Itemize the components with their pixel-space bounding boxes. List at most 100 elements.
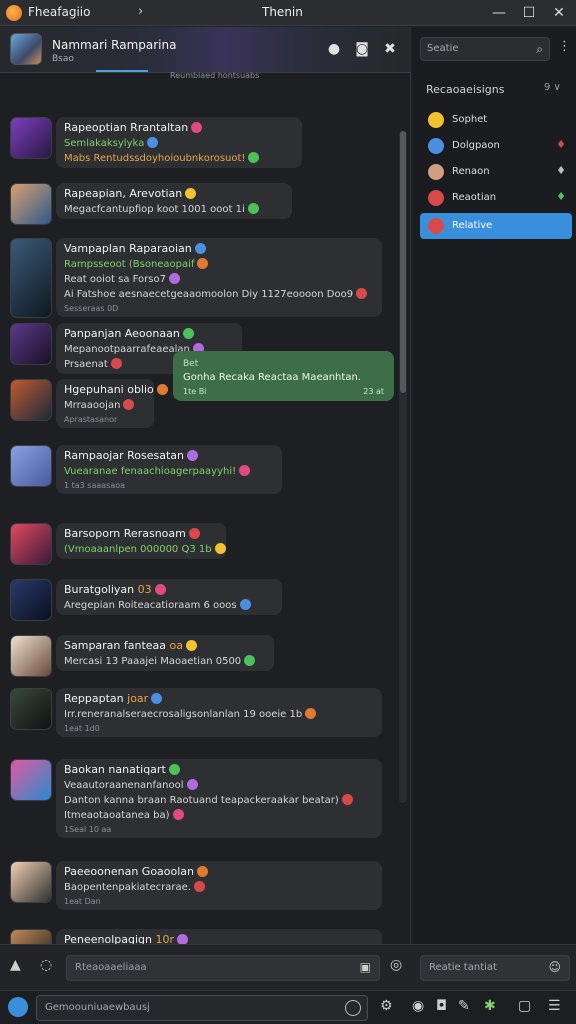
record-icon[interactable]: ◉ (412, 998, 424, 1014)
maximize-button[interactable]: ☐ (518, 2, 540, 24)
message-time: 1 ta3 saaasaoa (64, 481, 126, 490)
pen-icon[interactable]: ✎ (458, 998, 470, 1014)
message-bubble[interactable]: Samparan fanteaa oa Mercasi 13 Paaajei Ma… (56, 635, 274, 671)
reaction-icon[interactable] (341, 794, 353, 805)
sender-name-text: Rampaojar Rosesatan (64, 449, 185, 462)
search-input[interactable]: Seatie ⌕ (420, 37, 550, 61)
avatar[interactable] (10, 635, 52, 677)
chat-bubble-icon[interactable]: ● (324, 39, 344, 59)
minimize-button[interactable]: — (488, 2, 510, 24)
message-bubble[interactable]: Rapeoptian Rrantaltan Semlakaksylyka Mabs … (56, 117, 302, 168)
avatar[interactable] (10, 33, 42, 65)
reaction-icon[interactable] (110, 358, 122, 369)
title-bar: Fheafagiio › Thenin — ☐ ✕ (0, 0, 576, 26)
message-input[interactable]: Rteaoaaeliaaa ▣ (66, 955, 380, 981)
settings-icon[interactable]: ⚙ (380, 998, 393, 1014)
reaction-icon[interactable] (248, 152, 260, 163)
avatar[interactable] (10, 117, 52, 159)
sidebar-item-dolgpaon[interactable]: Dolgpaon ♦ (420, 133, 572, 159)
reaction-icon[interactable] (172, 809, 184, 820)
reaction-icon[interactable] (123, 399, 135, 410)
avatar[interactable] (10, 523, 52, 565)
close-cross-icon[interactable]: ✖ (380, 39, 400, 59)
message-bubble[interactable]: Buratgoliyan 03 Aregepian Roiteacatioraam… (56, 579, 282, 615)
message-text: Irr.reneranalseraecrosaligsonlanlan 19 o… (64, 708, 374, 720)
compose-bar: ▲ ◌ Rteaoaaeliaaa ▣ ◎ Reatie tantiat ☺ (0, 944, 576, 990)
scrollbar-thumb[interactable] (400, 131, 406, 393)
reaction-icon[interactable] (356, 288, 368, 299)
sender-name-text: Baokan nanatiqart (64, 763, 166, 776)
reaction-icon[interactable] (214, 543, 226, 554)
sender-name: Paeeoonenan Goaoolan (64, 865, 374, 878)
sidebar-item-relative[interactable]: Relative (420, 213, 572, 239)
reaction-icon[interactable] (168, 273, 180, 284)
app-name: Fheafagiio (28, 5, 91, 19)
message-text: Danton kanna braan Raotuand teapackeraak… (64, 794, 374, 806)
sidebar-item-sophet[interactable]: Sophet (420, 107, 572, 133)
message-meta: 1te Bi 23 at (183, 387, 384, 396)
reaction-icon[interactable] (239, 465, 251, 476)
message-bubble[interactable]: Rampaojar Rosesatan Vuearanae fenaachioag… (56, 445, 282, 494)
avatar[interactable] (10, 759, 52, 801)
sender-name: Rampaojar Rosesatan (64, 449, 274, 462)
plant-icon[interactable]: ✱ (484, 998, 496, 1014)
avatar[interactable] (10, 323, 52, 365)
sender-name: Hgepuhani oblio (64, 383, 168, 396)
reaction-icon[interactable] (247, 203, 259, 214)
message-text: Mabs Rentudssdoyhoioubnkorosuot! (64, 152, 294, 164)
avatar[interactable] (10, 861, 52, 903)
message-bubble[interactable]: Paeeoonenan Goaoolan Baopentenpakiatecrar… (56, 861, 382, 910)
more-options-icon[interactable]: ⋮ (558, 39, 571, 54)
search-icon[interactable]: ⌕ (536, 42, 543, 57)
message-list[interactable]: Rapeoptian Rrantaltan Semlakaksylyka Mabs … (0, 83, 400, 980)
chat-icon[interactable]: ◌ (40, 957, 52, 973)
avatar[interactable] (10, 688, 52, 730)
message-bubble[interactable]: Hgepuhani oblio Mrraaoojan Aprastasanor (56, 379, 168, 428)
side-search-input[interactable]: Reatie tantiat ☺ (420, 955, 570, 981)
chevron-right-icon[interactable]: › (138, 4, 143, 19)
avatar[interactable] (10, 379, 52, 421)
reaction-icon[interactable] (147, 137, 159, 148)
globe-icon[interactable] (8, 997, 28, 1017)
smiley-icon[interactable]: ☺ (548, 960, 561, 974)
message-text: Mercasi 13 Paaajei Maoaetian 0500 (64, 655, 266, 667)
close-button[interactable]: ✕ (548, 2, 570, 24)
chat-icon[interactable]: ◘ (436, 998, 447, 1014)
reaction-icon[interactable] (186, 779, 198, 790)
sidebar-item-reaotian[interactable]: Reaotian ♦ (420, 185, 572, 211)
window-icon[interactable]: ▢ (518, 998, 531, 1014)
camera-icon[interactable]: ◙ (352, 39, 372, 59)
avatar[interactable] (10, 183, 52, 225)
emoji-icon (168, 764, 180, 775)
avatar[interactable] (10, 579, 52, 621)
reaction-icon[interactable] (239, 599, 251, 610)
secondary-message-placeholder: Gemoouniuaewbausj (45, 1002, 150, 1013)
sender-name: Vampaplan Raparaoian (64, 242, 374, 255)
sender-name-text: Samparan fanteaa (64, 639, 167, 652)
emoji-icon[interactable]: ◎ (390, 957, 402, 973)
send-icon[interactable] (345, 1000, 361, 1016)
badge-icon[interactable]: ♦ (556, 190, 566, 203)
message-bubble[interactable]: Baokan nanatiqart Veaautoraanenanfanool Da… (56, 759, 382, 838)
outgoing-message-bubble[interactable]: Bet Gonha Recaka Reactaa Maeanhtan. 1te … (173, 351, 394, 401)
message-bubble[interactable]: Vampaplan Raparaoian Rampsseoot (Bsoneaop… (56, 238, 382, 317)
badge-icon[interactable]: ♦ (556, 164, 566, 177)
sender-name-text: Paeeoonenan Goaoolan (64, 865, 195, 878)
message-bubble[interactable]: Barsoporn Rerasnoam (Vmoaaanlpen 000000 Q… (56, 523, 226, 559)
thumbs-up-icon[interactable]: ▲ (10, 957, 21, 973)
avatar[interactable] (10, 238, 52, 318)
reaction-icon[interactable] (244, 655, 256, 666)
reaction-icon[interactable] (305, 708, 317, 719)
avatar[interactable] (10, 445, 52, 487)
reaction-icon[interactable] (197, 258, 209, 269)
reaction-icon[interactable] (193, 881, 205, 892)
sender-tag: 03 (134, 583, 152, 596)
image-icon[interactable]: ▣ (360, 960, 371, 974)
message-bubble[interactable]: Rapeapian, Arevotian Megacfcantupfiop koo… (56, 183, 292, 219)
message-bubble[interactable]: Reppaptan joar Irr.reneranalseraecrosalig… (56, 688, 382, 737)
sidebar-item-renaon[interactable]: Renaon ♦ (420, 159, 572, 185)
secondary-message-input[interactable]: Gemoouniuaewbausj (36, 995, 368, 1021)
layout-icon[interactable]: ☰ (548, 998, 561, 1014)
badge-icon[interactable]: ♦ (556, 138, 566, 151)
section-toggle[interactable]: 9 ∨ (544, 82, 561, 93)
